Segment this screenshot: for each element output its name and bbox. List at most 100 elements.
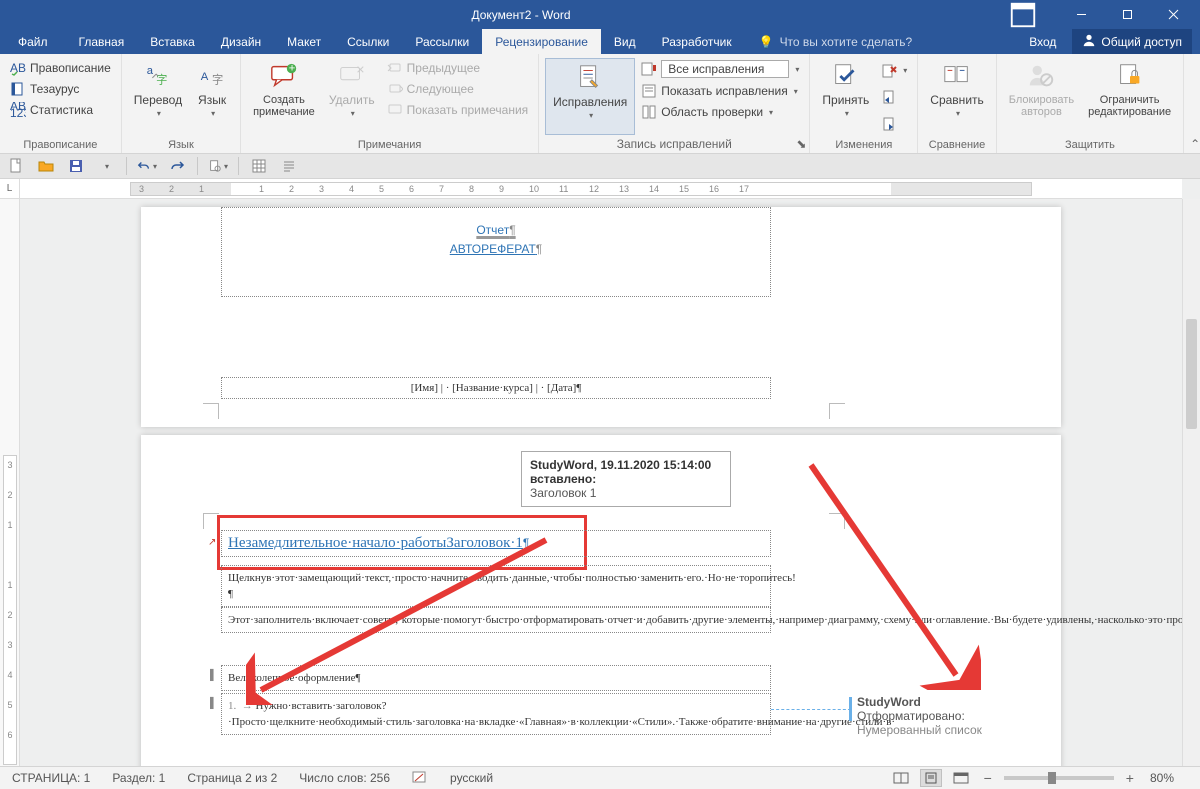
minimize-button[interactable] — [1058, 0, 1104, 29]
doc-title[interactable]: Отчет¶ — [222, 208, 770, 242]
new-comment-button[interactable]: + Создатьпримечание — [247, 58, 321, 137]
new-doc-button[interactable] — [6, 156, 26, 176]
change-bar: ▌ — [210, 670, 217, 681]
next-change-button[interactable] — [877, 114, 911, 134]
tab-review[interactable]: Рецензирование — [482, 29, 601, 54]
delete-comment-button: Удалить▾ — [323, 58, 381, 137]
close-button[interactable] — [1150, 0, 1196, 29]
status-words[interactable]: Число слов: 256 — [295, 769, 394, 787]
body-para-1[interactable]: Щелкнув·этот·замещающий·текст,·просто·на… — [221, 565, 771, 607]
svg-text:A: A — [201, 71, 209, 83]
delete-comment-icon — [336, 60, 368, 92]
horizontal-ruler[interactable]: 3211234567891011121314151617 — [20, 179, 1182, 199]
table-button[interactable] — [249, 156, 269, 176]
translate-button[interactable]: a字 Перевод▾ — [128, 58, 188, 137]
display-for-review-dropdown[interactable]: Все исправления▾ — [637, 58, 803, 80]
zoom-level[interactable]: 80% — [1146, 769, 1178, 787]
show-markup-icon — [641, 83, 657, 99]
doc-subtitle[interactable]: АВТОРЕФЕРАТ¶ — [222, 242, 770, 258]
tab-selector[interactable]: L — [0, 179, 20, 199]
tooltip-content: Заголовок 1 — [530, 486, 596, 500]
vertical-ruler[interactable]: 321 123 456 — [0, 199, 20, 766]
show-markup-button[interactable]: Показать исправления▾ — [637, 81, 803, 101]
status-section[interactable]: Раздел: 1 — [108, 769, 169, 787]
restrict-editing-button[interactable]: Ограничитьредактирование — [1082, 58, 1177, 137]
ribbon: ABCПравописание Тезаурус ABC123Статистик… — [0, 54, 1200, 154]
share-button[interactable]: Общий доступ — [1072, 29, 1192, 54]
dialog-launcher-icon[interactable]: ⬊ — [795, 138, 807, 150]
ribbon-tabs: Файл Главная Вставка Дизайн Макет Ссылки… — [0, 29, 1200, 54]
group-language-label: Язык — [128, 137, 234, 151]
zoom-out-button[interactable]: − — [980, 770, 996, 786]
next-change-icon — [881, 116, 897, 132]
dropdown-icon: ▾ — [769, 108, 773, 117]
group-proofing: ABCПравописание Тезаурус ABC123Статистик… — [0, 54, 122, 153]
compare-button[interactable]: Сравнить▾ — [924, 58, 989, 137]
view-read-mode[interactable] — [890, 769, 912, 787]
doc-heading1-inserted[interactable]: Заголовок·1 — [446, 535, 523, 551]
spelling-button[interactable]: ABCПравописание — [6, 58, 115, 78]
tab-layout[interactable]: Макет — [274, 29, 334, 54]
window-title: Документ2 - Word — [34, 8, 1008, 22]
thesaurus-button[interactable]: Тезаурус — [6, 79, 115, 99]
show-comments-icon — [387, 102, 403, 118]
page-1: Отчет¶ АВТОРЕФЕРАТ¶ [Имя] | · [Название·… — [141, 207, 1061, 427]
doc-meta-line[interactable]: [Имя] | · [Название·курса] | · [Дата] — [411, 380, 577, 396]
paragraph-button[interactable] — [279, 156, 299, 176]
dropdown-icon: ▾ — [845, 109, 849, 118]
save-button[interactable] — [66, 156, 86, 176]
vertical-scrollbar[interactable] — [1182, 199, 1200, 766]
restrict-icon — [1114, 60, 1146, 92]
accept-button[interactable]: Принять▾ — [816, 58, 875, 137]
ribbon-display-options-icon[interactable] — [1008, 0, 1038, 29]
track-changes-button[interactable]: Исправления▾ — [547, 60, 633, 124]
body-para-2[interactable]: Этот·заполнитель·включает·советы,·которы… — [221, 607, 771, 633]
view-web-layout[interactable] — [950, 769, 972, 787]
zoom-slider[interactable] — [1004, 776, 1114, 780]
body-para-3[interactable]: ▌ Великолепное·оформление¶ — [221, 665, 771, 691]
tab-home[interactable]: Главная — [66, 29, 138, 54]
tab-references[interactable]: Ссылки — [334, 29, 402, 54]
moved-content-marker: ↗ — [208, 537, 216, 548]
signin-link[interactable]: Вход — [1019, 35, 1066, 49]
svg-text:+: + — [289, 62, 296, 74]
body-para-4[interactable]: ▌ 1. → Нужно·вставить·заголовок?·Просто·… — [221, 693, 771, 735]
zoom-in-button[interactable]: + — [1122, 770, 1138, 786]
show-comments-button: Показать примечания — [383, 100, 533, 120]
reject-button[interactable]: ▾ — [877, 61, 911, 81]
tab-mailings[interactable]: Рассылки — [402, 29, 482, 54]
redo-button[interactable] — [167, 156, 187, 176]
comment-balloon[interactable]: StudyWord Отформатировано: Нумерованный … — [857, 695, 1047, 737]
document-canvas[interactable]: Отчет¶ АВТОРЕФЕРАТ¶ [Имя] | · [Название·… — [20, 199, 1182, 766]
tell-me-search[interactable]: 💡 Что вы хотите сделать? — [745, 29, 927, 54]
print-preview-button[interactable]: ▾ — [208, 156, 228, 176]
group-language: a字 Перевод▾ A字 Язык▾ Язык — [122, 54, 241, 153]
status-proofing-icon[interactable] — [408, 768, 432, 789]
doc-heading1-part1[interactable]: Незамедлительное·начало·работы — [228, 535, 446, 551]
undo-button[interactable]: ▾ — [137, 156, 157, 176]
status-page-of[interactable]: Страница 2 из 2 — [183, 769, 281, 787]
previous-change-button[interactable] — [877, 87, 911, 107]
qat-dropdown[interactable]: ▾ — [96, 156, 116, 176]
heading-frame[interactable]: ↗ Незамедлительное·начало·работыЗаголово… — [221, 530, 771, 557]
status-page[interactable]: СТРАНИЦА: 1 — [8, 769, 94, 787]
tab-file[interactable]: Файл — [0, 29, 66, 54]
group-proofing-label: Правописание — [6, 137, 115, 151]
stats-button[interactable]: ABC123Статистика — [6, 100, 115, 120]
view-print-layout[interactable] — [920, 769, 942, 787]
thesaurus-icon — [10, 81, 26, 97]
reviewing-pane-button[interactable]: Область проверки▾ — [637, 102, 803, 122]
tab-developer[interactable]: Разработчик — [649, 29, 745, 54]
svg-text:字: 字 — [156, 73, 167, 87]
tab-design[interactable]: Дизайн — [208, 29, 274, 54]
maximize-button[interactable] — [1104, 0, 1150, 29]
status-language[interactable]: русский — [446, 769, 497, 787]
tab-insert[interactable]: Вставка — [137, 29, 208, 54]
collapse-ribbon-icon[interactable]: ⌃ — [1190, 137, 1200, 151]
language-button[interactable]: A字 Язык▾ — [190, 58, 234, 137]
previous-change-icon — [881, 89, 897, 105]
tab-view[interactable]: Вид — [601, 29, 649, 54]
dropdown-icon: ▾ — [589, 111, 593, 120]
open-button[interactable] — [36, 156, 56, 176]
group-changes: Принять▾ ▾ Изменения — [810, 54, 918, 153]
